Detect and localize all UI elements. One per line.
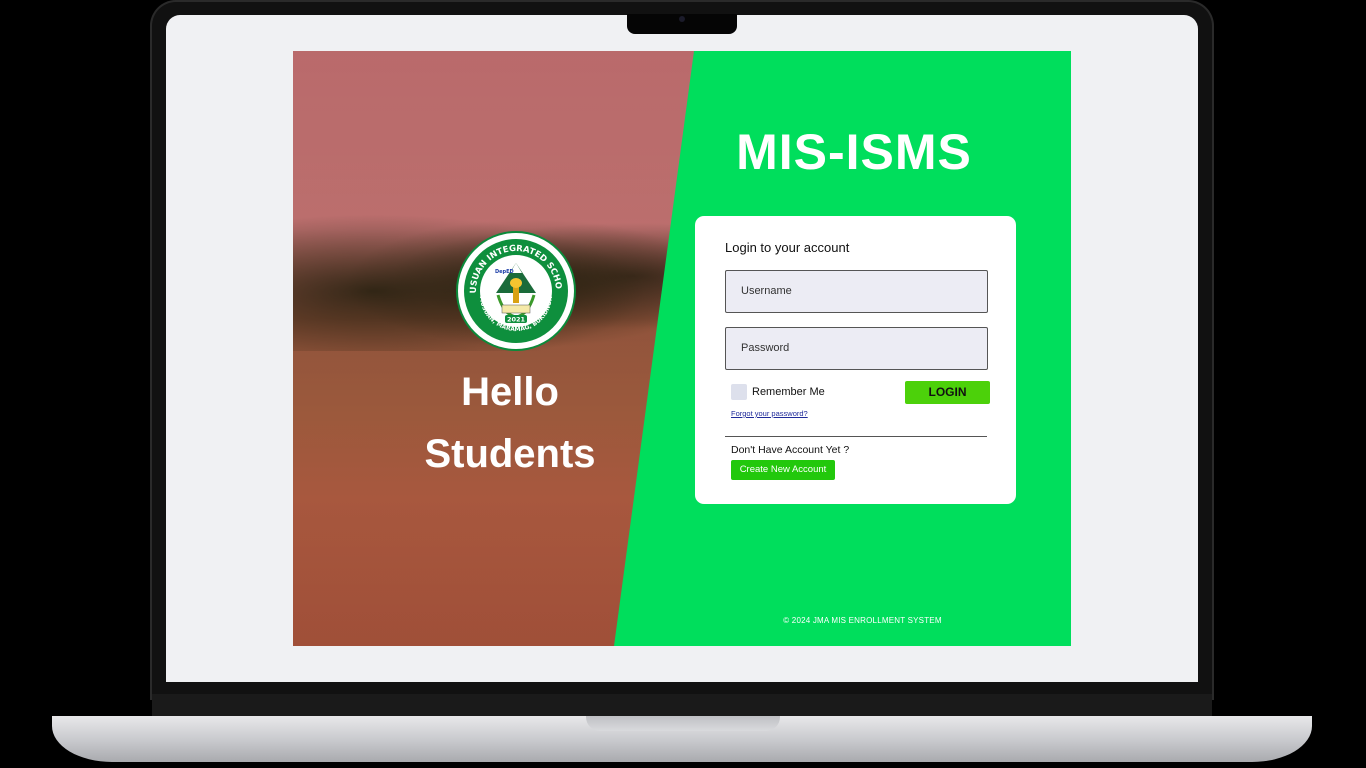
remember-me-label: Remember Me <box>752 386 825 398</box>
create-account-button[interactable]: Create New Account <box>731 460 835 480</box>
svg-text:DepED: DepED <box>495 269 514 275</box>
forgot-password-link[interactable]: Forgot your password? <box>731 409 808 418</box>
svg-text:2021: 2021 <box>507 316 526 324</box>
remember-me: Remember Me <box>731 384 825 400</box>
username-input[interactable]: Username <box>725 270 988 313</box>
hero-greeting: Hello Students <box>373 361 647 485</box>
no-account-text: Don't Have Account Yet ? <box>731 444 850 456</box>
login-button[interactable]: LOGIN <box>905 381 990 404</box>
password-input[interactable]: Password <box>725 327 988 370</box>
camera-icon <box>679 16 685 22</box>
remember-me-checkbox[interactable] <box>731 384 747 400</box>
login-heading: Login to your account <box>725 240 850 255</box>
hero-greeting-line2: Students <box>424 432 596 476</box>
login-card: Login to your account Username Password … <box>695 216 1016 504</box>
login-page: MUSUAN INTEGRATED SCHOOL MUSUAN, MARAMAG… <box>293 51 1071 646</box>
laptop-base-groove <box>586 716 780 731</box>
laptop-hinge <box>152 694 1212 718</box>
footer-copyright: © 2024 JMA MIS ENROLLMENT SYSTEM <box>783 616 942 625</box>
school-logo: MUSUAN INTEGRATED SCHOOL MUSUAN, MARAMAG… <box>454 226 574 349</box>
hero-greeting-line1: Hello <box>461 370 559 414</box>
divider <box>725 436 987 437</box>
school-seal-icon: MUSUAN INTEGRATED SCHOOL MUSUAN, MARAMAG… <box>454 226 572 347</box>
app-title: MIS-ISMS <box>736 124 972 180</box>
